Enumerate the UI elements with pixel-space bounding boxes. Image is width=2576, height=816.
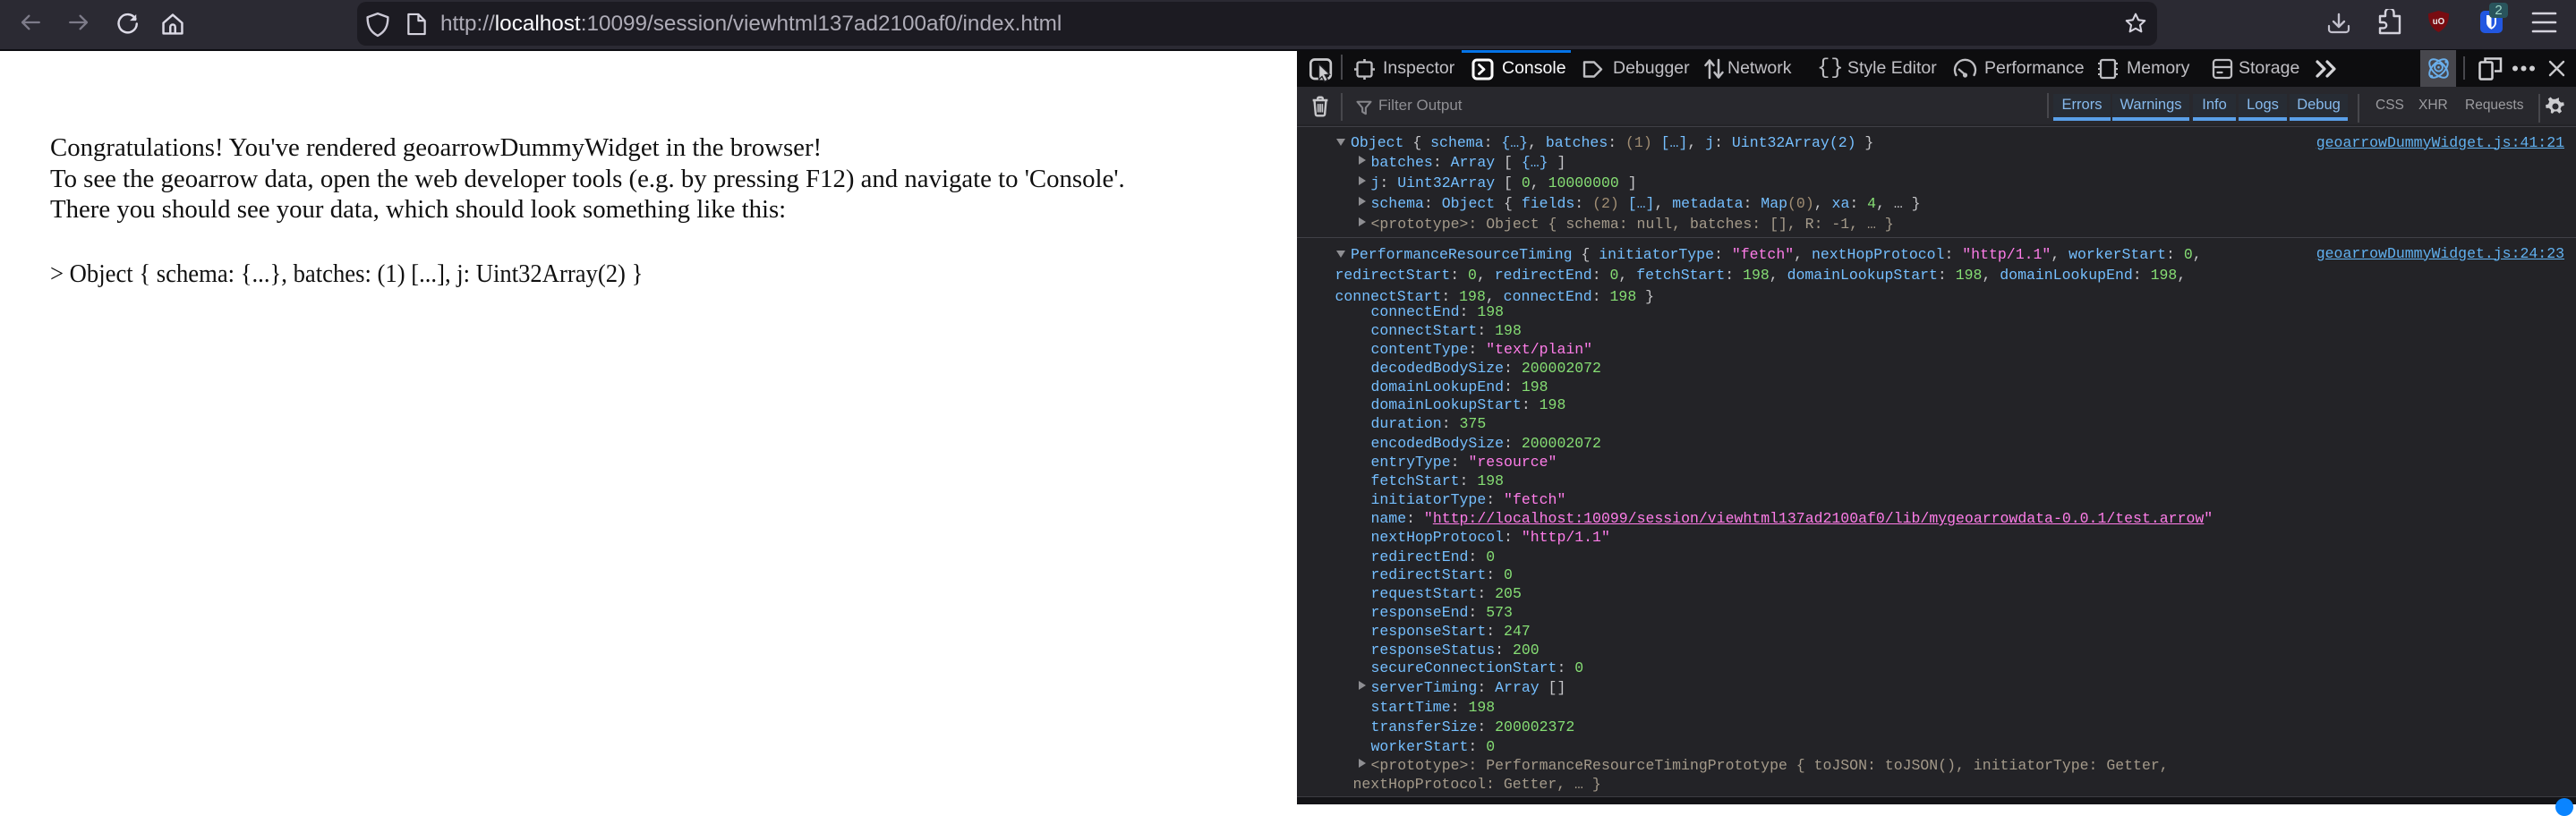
svg-text:uO: uO [2433,17,2445,27]
